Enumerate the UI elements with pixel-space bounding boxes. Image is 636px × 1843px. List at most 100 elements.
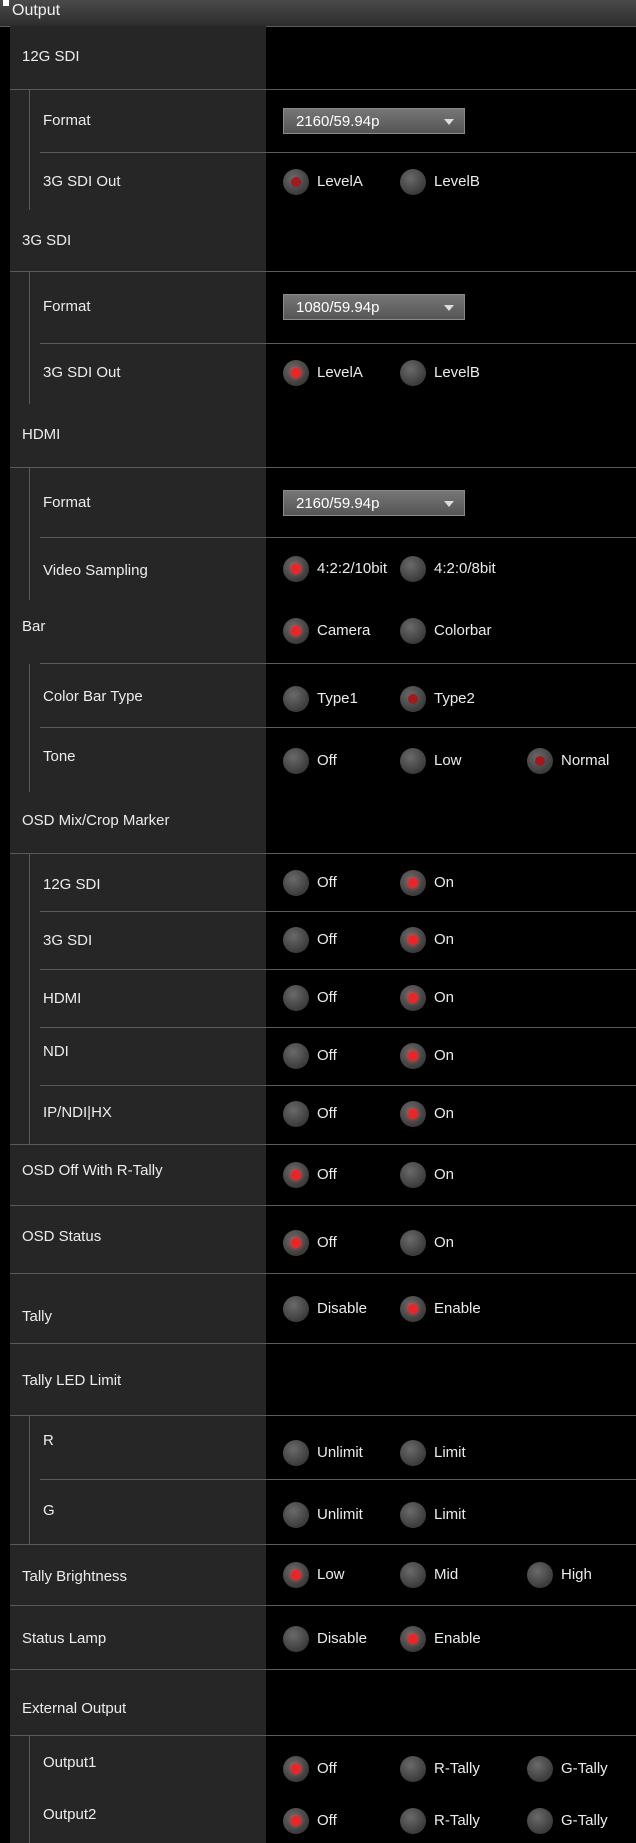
option-label: On — [434, 1105, 455, 1122]
option-label: On — [434, 989, 455, 1006]
radio-button-icon — [283, 1808, 309, 1834]
format-select[interactable]: 2160/59.94p — [283, 108, 465, 134]
option-label: Limit — [434, 1444, 466, 1461]
row-osd-12g-sdi: 12G SDI Off On — [10, 854, 636, 912]
option-label: Off — [317, 752, 337, 769]
format-select[interactable]: 1080/59.94p — [283, 294, 465, 320]
radio-button-icon — [283, 1756, 309, 1782]
option-label: Normal — [561, 752, 610, 769]
option-label: Type2 — [434, 690, 475, 707]
select-value: 1080/59.94p — [296, 299, 380, 316]
divider — [10, 1144, 636, 1145]
radio-button-icon — [400, 1230, 426, 1256]
option-label: Disable — [317, 1630, 368, 1647]
chevron-down-icon — [444, 119, 454, 125]
row-label: Format — [43, 112, 91, 129]
select-value: 2160/59.94p — [296, 113, 380, 130]
section-label: External Output — [22, 1700, 127, 1717]
option-label: Off — [317, 874, 337, 891]
radio-button-icon — [527, 1808, 553, 1834]
section-label: OSD Status — [22, 1228, 102, 1245]
radio-button-icon — [283, 360, 309, 386]
section-osd-status: OSD Status Off On — [10, 1206, 636, 1274]
section-tally-brightness: Tally Brightness Low Mid High — [10, 1544, 636, 1606]
radio-button-icon — [283, 985, 309, 1011]
settings-list: 12G SDI Format 2160/59.94p 3G SDI Out Le… — [0, 0, 636, 1843]
radio-button-icon — [400, 748, 426, 774]
radio-button-icon — [527, 1562, 553, 1588]
radio-button-icon — [400, 1440, 426, 1466]
row-label: 3G SDI Out — [43, 173, 121, 190]
row-12g-format: Format 2160/59.94p — [10, 90, 636, 153]
section-tally: Tally Disable Enable — [10, 1274, 636, 1344]
radio-button-icon — [283, 169, 309, 195]
chevron-down-icon — [444, 501, 454, 507]
option-label: LevelB — [434, 364, 480, 381]
option-label: LevelA — [317, 173, 363, 190]
option-label: Unlimit — [317, 1444, 363, 1461]
section-label: OSD Off With R-Tally — [22, 1162, 163, 1179]
radio-button-icon — [400, 1101, 426, 1127]
option-label: Mid — [434, 1566, 459, 1583]
option-label: High — [561, 1566, 592, 1583]
row-label: 3G SDI — [43, 932, 93, 949]
section-label: OSD Mix/Crop Marker — [22, 812, 170, 829]
section-label: Tally — [22, 1308, 53, 1325]
radio-button-icon — [400, 556, 426, 582]
radio-button-icon — [283, 1230, 309, 1256]
radio-button-icon — [400, 870, 426, 896]
option-label: R-Tally — [434, 1760, 480, 1777]
radio-button-icon — [283, 1562, 309, 1588]
radio-button-icon — [283, 1043, 309, 1069]
option-label: Disable — [317, 1300, 368, 1317]
radio-button-icon — [283, 1296, 309, 1322]
row-label: Video Sampling — [43, 562, 148, 579]
chevron-down-icon — [444, 305, 454, 311]
row-color-bar-type: Color Bar Type Type1 Type2 — [10, 664, 636, 728]
radio-button-icon — [283, 618, 309, 644]
radio-button-icon — [400, 1502, 426, 1528]
radio-button-icon — [400, 1808, 426, 1834]
row-osd-ip-ndi-hx: IP/NDI|HX Off On — [10, 1086, 636, 1144]
section-bar: Bar Camera Colorbar — [10, 600, 636, 664]
option-label: Low — [317, 1566, 345, 1583]
row-tally-g: G Unlimit Limit — [10, 1480, 636, 1544]
section-3g-sdi: 3G SDI — [10, 210, 636, 272]
radio-button-icon — [283, 686, 309, 712]
row-label: NDI — [43, 1043, 69, 1060]
option-label: Off — [317, 1760, 337, 1777]
radio-button-icon — [283, 1502, 309, 1528]
row-12g-3gsdi-out: 3G SDI Out LevelA LevelB — [10, 153, 636, 210]
row-label: Output2 — [43, 1806, 97, 1823]
row-3g-3gsdi-out: 3G SDI Out LevelA LevelB — [10, 344, 636, 404]
section-external-output: External Output — [10, 1670, 636, 1736]
row-osd-ndi: NDI Off On — [10, 1028, 636, 1086]
section-label: Tally Brightness — [22, 1568, 128, 1585]
row-label: Tone — [43, 748, 76, 765]
option-label: 4:2:2/10bit — [317, 560, 388, 577]
section-label: Tally LED Limit — [22, 1372, 122, 1389]
option-label: Type1 — [317, 690, 358, 707]
radio-button-icon — [283, 1440, 309, 1466]
radio-button-icon — [400, 1756, 426, 1782]
radio-button-icon — [283, 748, 309, 774]
format-select[interactable]: 2160/59.94p — [283, 490, 465, 516]
radio-button-icon — [400, 985, 426, 1011]
option-label: Enable — [434, 1630, 481, 1647]
radio-button-icon — [400, 1562, 426, 1588]
radio-button-icon — [400, 1043, 426, 1069]
radio-button-icon — [400, 618, 426, 644]
section-12g-sdi: 12G SDI — [10, 26, 636, 90]
option-label: Off — [317, 1105, 337, 1122]
radio-button-icon — [283, 1626, 309, 1652]
option-label: Off — [317, 989, 337, 1006]
section-label: 12G SDI — [22, 48, 80, 65]
option-label: Colorbar — [434, 622, 492, 639]
row-osd-3g-sdi: 3G SDI Off On — [10, 912, 636, 970]
select-value: 2160/59.94p — [296, 495, 380, 512]
radio-button-icon — [400, 169, 426, 195]
option-label: LevelB — [434, 173, 480, 190]
radio-button-icon — [400, 927, 426, 953]
option-label: Enable — [434, 1300, 481, 1317]
option-label: Off — [317, 1166, 337, 1183]
